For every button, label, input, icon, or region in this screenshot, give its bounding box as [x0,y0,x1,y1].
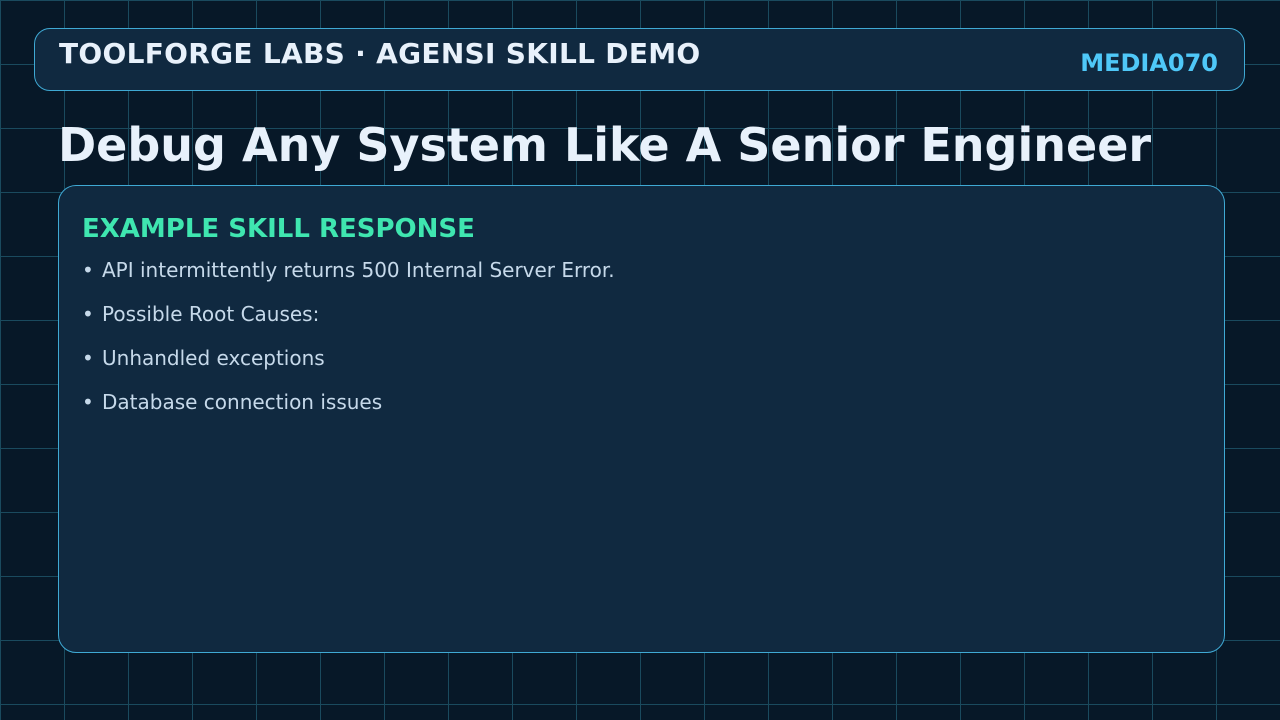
header-bar: TOOLFORGE LABS · AGENSI SKILL DEMO MEDIA… [34,28,1245,91]
list-item-text: Unhandled exceptions [102,346,325,370]
list-item: • API intermittently returns 500 Internal… [82,257,615,301]
list-item: • Database connection issues [82,389,615,433]
media-id-badge: MEDIA070 [1080,49,1218,77]
list-item: • Unhandled exceptions [82,345,615,389]
bullet-icon: • [82,258,94,282]
bullet-icon: • [82,346,94,370]
card-heading: EXAMPLE SKILL RESPONSE [82,214,475,244]
brand-title: TOOLFORGE LABS · AGENSI SKILL DEMO [59,37,701,70]
skill-response-card: EXAMPLE SKILL RESPONSE • API intermittent… [58,185,1225,653]
list-item-text: API intermittently returns 500 Internal … [102,258,615,282]
bullet-icon: • [82,302,94,326]
list-item: • Possible Root Causes: [82,301,615,345]
response-bullet-list: • API intermittently returns 500 Internal… [82,257,615,433]
bullet-icon: • [82,390,94,414]
page-title: Debug Any System Like A Senior Engineer [58,118,1152,172]
list-item-text: Database connection issues [102,390,383,414]
list-item-text: Possible Root Causes: [102,302,320,326]
